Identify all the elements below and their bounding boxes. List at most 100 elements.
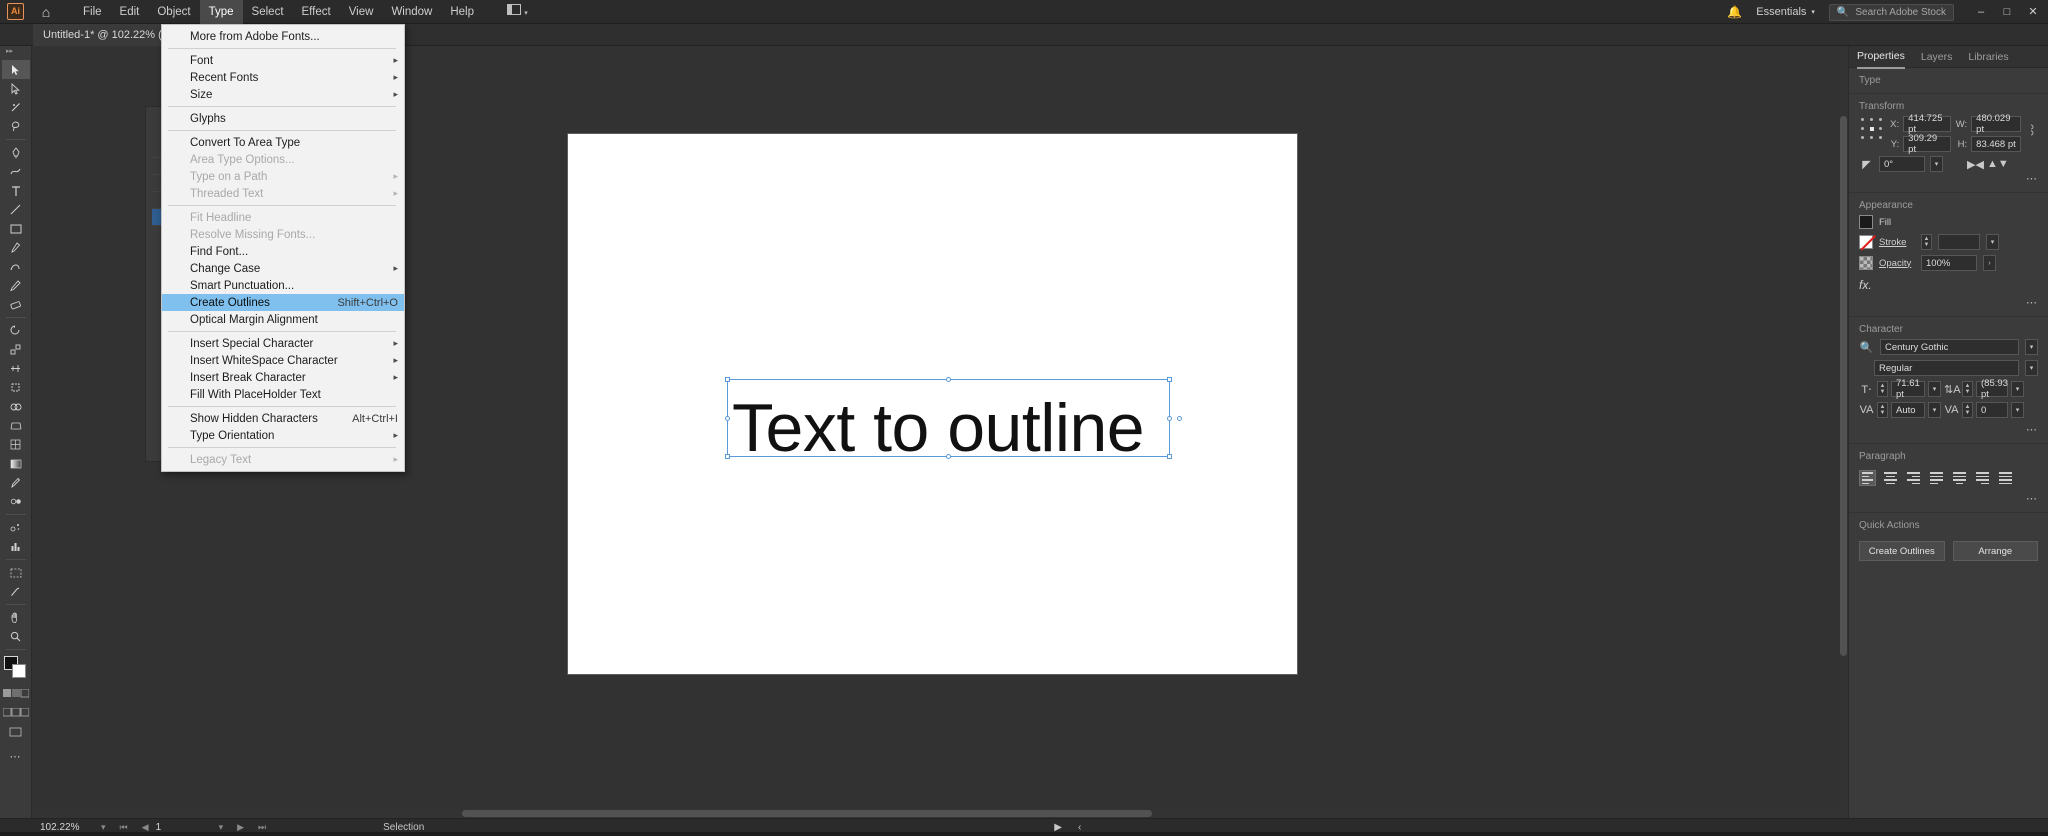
justify-last-left-button[interactable] [1928,470,1945,486]
angle-dropdown-icon[interactable]: ▾ [1930,156,1943,172]
tool-eyedropper[interactable] [2,473,30,492]
tab-layers[interactable]: Layers [1921,46,1953,68]
tool-rotate[interactable] [2,321,30,340]
align-right-button[interactable] [1905,470,1922,486]
tool-lasso[interactable] [2,117,30,136]
menu-item-change-case[interactable]: Change Case ▸ [162,260,404,277]
tool-pencil[interactable] [2,276,30,295]
link-broken-icon[interactable] [2027,116,2038,140]
stroke-weight-field[interactable] [1938,234,1980,250]
handle-bottom-center[interactable] [946,454,951,459]
bell-icon[interactable]: 🔔 [1727,5,1742,19]
justify-last-right-button[interactable] [1974,470,1991,486]
align-left-button[interactable] [1859,470,1876,486]
menu-help[interactable]: Help [441,0,483,24]
rotate-anchor[interactable] [1177,416,1182,421]
x-field[interactable]: 414.725 pt [1903,113,1952,135]
menu-item-font[interactable]: Font ▸ [162,52,404,69]
edit-toolbar-icon[interactable]: ⋯ [2,747,30,766]
font-search-icon[interactable]: 🔍 [1859,341,1874,354]
vertical-scrollbar[interactable] [1839,46,1848,818]
tool-hand[interactable] [2,608,30,627]
tool-pen[interactable] [2,143,30,162]
panel-collapse-icon[interactable]: ▸▸ [6,47,13,55]
menu-item-show-hidden-characters[interactable]: Show Hidden Characters Alt+Ctrl+I [162,410,404,427]
tool-artboard[interactable] [2,563,30,582]
tool-direct-selection[interactable] [2,79,30,98]
tool-shape-builder[interactable] [2,397,30,416]
handle-middle-left[interactable] [725,416,730,421]
tool-selection[interactable] [1,60,30,79]
font-style-field[interactable]: Regular [1874,360,2019,376]
tool-perspective-grid[interactable] [2,416,30,435]
horizontal-scrollbar[interactable] [32,809,1839,818]
tool-shaper[interactable] [2,257,30,276]
home-icon[interactable]: ⌂ [34,4,58,20]
handle-middle-right[interactable] [1167,416,1172,421]
tool-free-transform[interactable] [2,378,30,397]
tool-scale[interactable] [2,340,30,359]
appearance-more-icon[interactable]: ⋯ [1849,296,2048,309]
flip-horizontal-icon[interactable]: ▶◀ [1967,158,1984,171]
menu-file[interactable]: File [74,0,111,24]
menu-select[interactable]: Select [243,0,293,24]
menu-effect[interactable]: Effect [293,0,340,24]
search-adobe-stock[interactable]: 🔍 Search Adobe Stock [1828,3,1954,21]
menu-item-smart-punctuation[interactable]: Smart Punctuation... [162,277,404,294]
stroke-label[interactable]: Stroke [1879,237,1915,248]
tool-type[interactable] [2,181,30,200]
tracking-stepper[interactable]: ▲ ▼ [1962,402,1973,418]
tool-width[interactable] [2,359,30,378]
type-menu-dropdown[interactable]: More from Adobe Fonts... Font ▸ Recent F… [161,24,405,472]
font-size-dropdown-icon[interactable]: ▾ [1928,381,1941,397]
h-field[interactable]: 83.468 pt [1971,136,2022,152]
leading-stepper[interactable]: ▲ ▼ [1962,381,1973,397]
artboard[interactable]: Text to outline [568,134,1297,674]
tool-curvature[interactable] [2,162,30,181]
tool-slice[interactable] [2,582,30,601]
reference-point-selector[interactable] [1859,116,1882,142]
handle-top-center[interactable] [946,377,951,382]
scrollbar-thumb[interactable] [462,810,1152,817]
tool-mesh[interactable] [2,435,30,454]
tool-gradient[interactable] [2,454,30,473]
opacity-label[interactable]: Opacity [1879,258,1915,269]
tracking-dropdown-icon[interactable]: ▾ [2011,402,2024,418]
leading-dropdown-icon[interactable]: ▾ [2011,381,2024,397]
menu-item-optical-margin-alignment[interactable]: Optical Margin Alignment [162,311,404,328]
tool-symbol-sprayer[interactable] [2,518,30,537]
justify-all-button[interactable] [1997,470,2014,486]
handle-top-right[interactable] [1167,377,1172,382]
font-size-field[interactable]: 71.61 pt [1891,378,1925,400]
leading-field[interactable]: (85.93 pt [1976,378,2008,400]
menu-window[interactable]: Window [382,0,441,24]
character-more-icon[interactable]: ⋯ [1849,423,2048,436]
menu-item-fill-with-placeholder-text[interactable]: Fill With PlaceHolder Text [162,386,404,403]
minimize-button[interactable]: – [1968,0,1994,24]
menu-item-create-outlines[interactable]: Create Outlines Shift+Ctrl+O [162,294,404,311]
menu-item-glyphs[interactable]: Glyphs [162,110,404,127]
handle-bottom-left[interactable] [725,454,730,459]
handle-top-left[interactable] [725,377,730,382]
color-mode-icons[interactable] [2,684,30,703]
transform-more-icon[interactable]: ⋯ [1849,172,2048,185]
menu-item-size[interactable]: Size ▸ [162,86,404,103]
kerning-field[interactable]: Auto [1891,402,1925,418]
fill-stroke-swatches[interactable] [3,656,29,680]
justify-last-center-button[interactable] [1951,470,1968,486]
kerning-dropdown-icon[interactable]: ▾ [1928,402,1941,418]
drawing-mode-icon[interactable] [2,703,30,722]
stroke-weight-stepper[interactable]: ▲ ▼ [1921,234,1932,250]
screen-mode-icon[interactable] [2,722,30,741]
menu-item-insert-whitespace-character[interactable]: Insert WhiteSpace Character ▸ [162,352,404,369]
menu-edit[interactable]: Edit [111,0,149,24]
tab-properties[interactable]: Properties [1857,45,1905,69]
w-field[interactable]: 480.029 pt [1971,113,2022,135]
y-field[interactable]: 309.29 pt [1903,133,1952,155]
menu-item-more-from-adobe-fonts[interactable]: More from Adobe Fonts... [162,28,404,45]
menu-object[interactable]: Object [148,0,199,24]
fx-button[interactable]: fx. [1849,276,2048,296]
menu-item-convert-to-area-type[interactable]: Convert To Area Type [162,134,404,151]
tool-eraser[interactable] [2,295,30,314]
opacity-options-icon[interactable]: › [1983,255,1996,271]
